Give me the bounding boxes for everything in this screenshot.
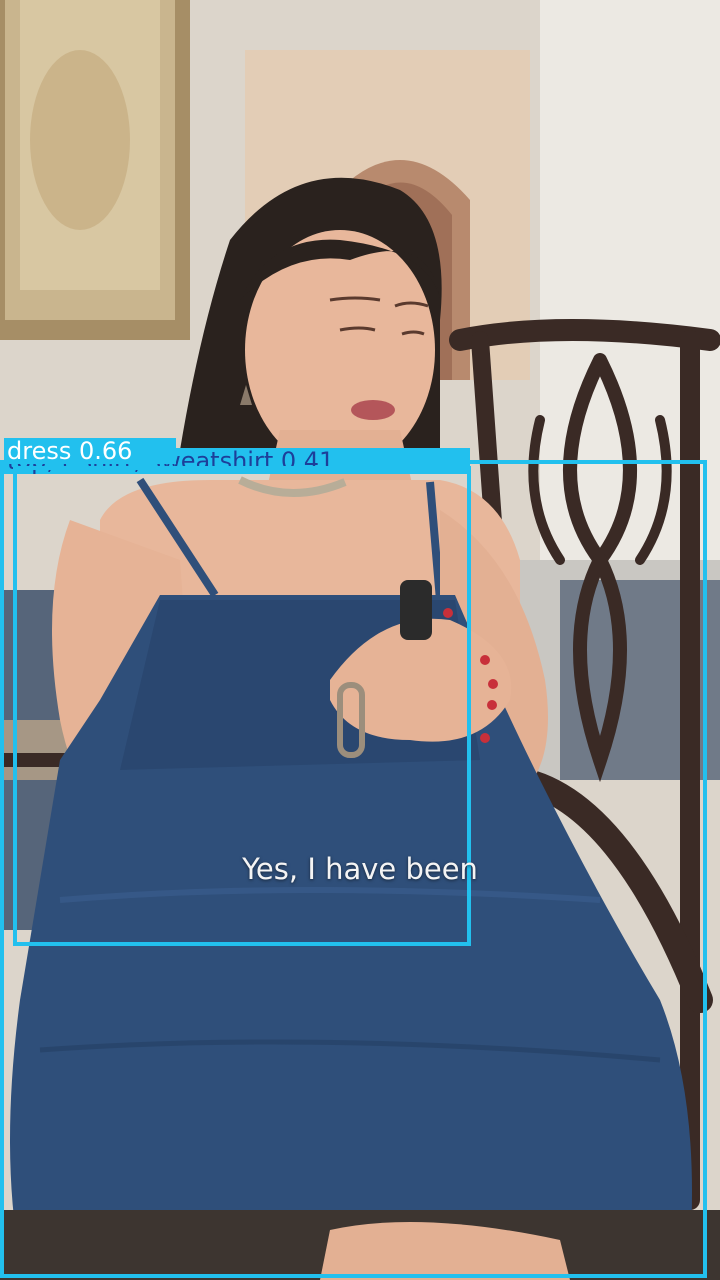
subtitle-caption: Yes, I have been — [242, 852, 478, 886]
wall-painting — [0, 0, 190, 340]
detection-label-dress: dress 0.66 — [4, 438, 176, 464]
